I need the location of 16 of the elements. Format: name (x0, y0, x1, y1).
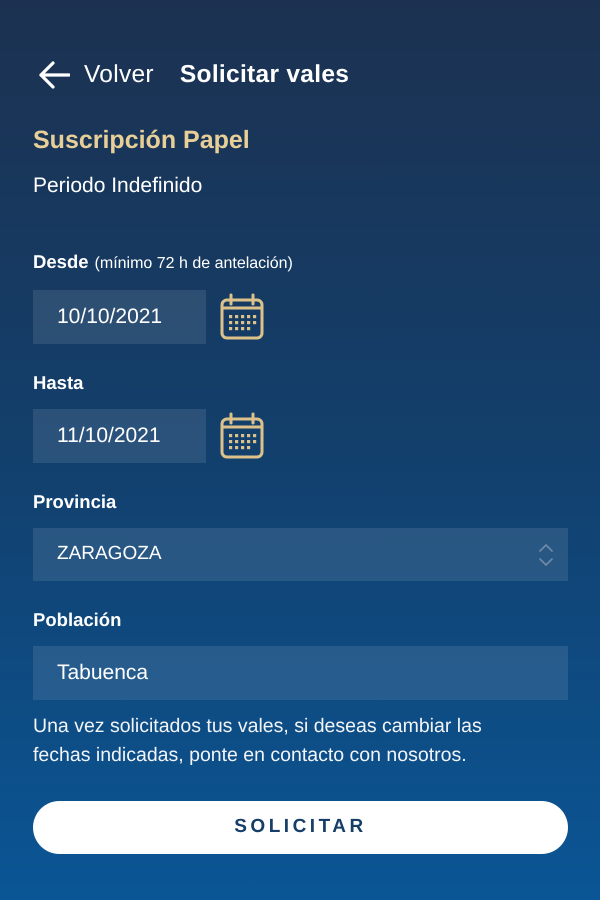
info-text: Una vez solicitados tus vales, si deseas cambiar las fechas indicadas, ponte en contacto con nosotros. (33, 714, 483, 768)
field-label: Desde (33, 250, 89, 274)
back-arrow-icon (39, 61, 70, 89)
hint-text: (mínimo 72 h de antelación) (94, 254, 293, 274)
page-title: Solicitar vales (180, 60, 350, 90)
submit-button[interactable]: SOLICITAR (33, 801, 568, 854)
calendar-icon[interactable] (218, 412, 266, 460)
subscription-title: Suscripción Papel (33, 125, 250, 155)
back-link[interactable]: Volver (39, 60, 154, 90)
field-label: Población (33, 608, 122, 632)
period-text: Periodo Indefinido (33, 173, 202, 199)
field-label: Provincia (33, 490, 116, 514)
field-label: Hasta (33, 371, 84, 395)
chevron-up-down-icon (538, 542, 554, 568)
province-select[interactable]: ZARAGOZA (33, 528, 568, 581)
calendar-icon[interactable] (218, 293, 266, 341)
